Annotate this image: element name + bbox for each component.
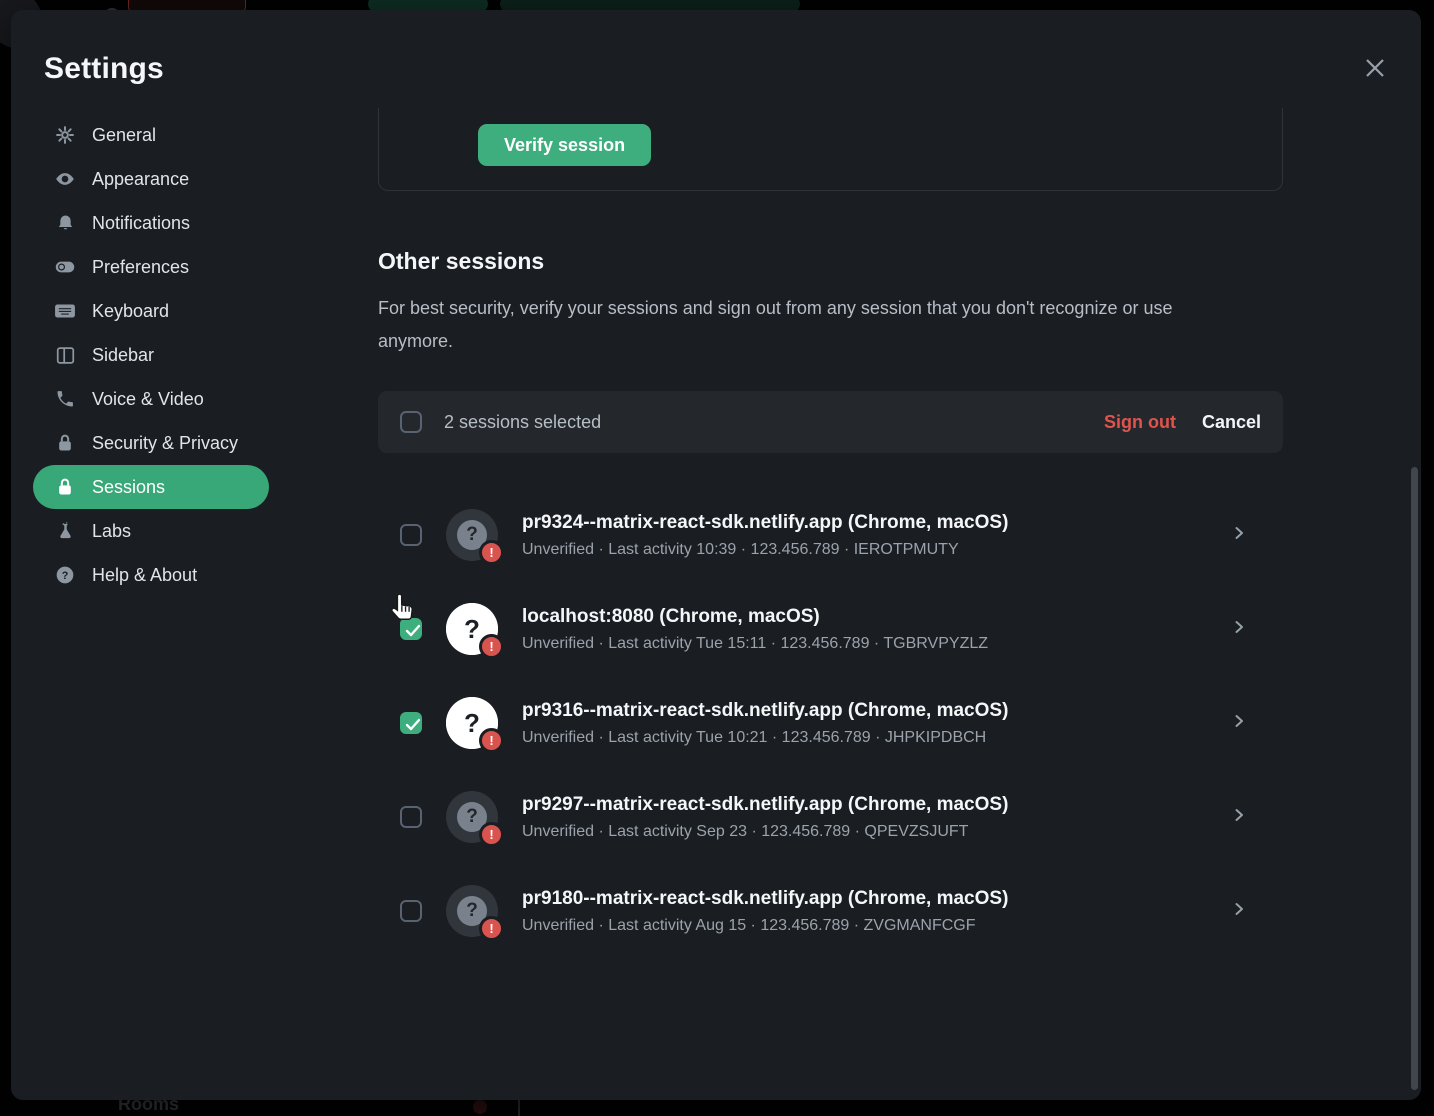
sidebar-item-label: General: [92, 125, 156, 146]
session-subtitle: Unverified · Last activity Tue 10:21 · 1…: [522, 729, 1008, 747]
sidebar-item-general[interactable]: General: [33, 113, 269, 157]
session-checkbox[interactable]: [400, 524, 422, 546]
cancel-button[interactable]: Cancel: [1202, 412, 1261, 433]
unverified-shield-badge: !: [479, 916, 504, 941]
sidebar-item-label: Appearance: [92, 169, 189, 190]
session-checkbox[interactable]: [400, 806, 422, 828]
unverified-shield-badge: !: [479, 540, 504, 565]
sidebar-item-keyboard[interactable]: Keyboard: [33, 289, 269, 333]
session-checkbox[interactable]: [400, 900, 422, 922]
background-red-dot: [473, 1100, 487, 1114]
keyboard-icon: [55, 301, 75, 321]
session-title: localhost:8080 (Chrome, macOS): [522, 606, 988, 628]
gear-icon: [55, 125, 75, 145]
phone-icon: [55, 389, 75, 409]
other-sessions-heading: Other sessions: [378, 248, 544, 275]
session-row[interactable]: ?! pr9297--matrix-react-sdk.netlify.app (…: [378, 770, 1283, 864]
chevron-right-icon[interactable]: [1231, 901, 1247, 922]
sign-out-button[interactable]: Sign out: [1104, 412, 1176, 433]
session-subtitle: Unverified · Last activity Sep 23 · 123.…: [522, 823, 1008, 841]
svg-text:?: ?: [62, 570, 69, 582]
session-title: pr9297--matrix-react-sdk.netlify.app (Ch…: [522, 794, 1008, 816]
session-subtitle: Unverified · Last activity 10:39 · 123.4…: [522, 541, 1008, 559]
sidebar-item-sidebar[interactable]: Sidebar: [33, 333, 269, 377]
close-icon[interactable]: [1361, 54, 1389, 82]
sidebar-icon: [55, 345, 75, 365]
sidebar-item-label: Preferences: [92, 257, 189, 278]
settings-sidebar: General Appearance Notifications Preference…: [33, 113, 269, 597]
sidebar-item-label: Notifications: [92, 213, 190, 234]
sidebar-item-sessions[interactable]: Sessions: [33, 465, 269, 509]
unverified-shield-badge: !: [479, 822, 504, 847]
session-row[interactable]: ?! localhost:8080 (Chrome, macOS) Unverifi…: [378, 582, 1283, 676]
session-avatar: ?!: [446, 697, 498, 749]
select-all-checkbox[interactable]: [400, 411, 422, 433]
other-sessions-description: For best security, verify your sessions …: [378, 292, 1208, 358]
session-checkbox[interactable]: [400, 712, 422, 734]
session-row[interactable]: ?! pr9316--matrix-react-sdk.netlify.app (…: [378, 676, 1283, 770]
session-title: pr9180--matrix-react-sdk.netlify.app (Ch…: [522, 888, 1008, 910]
session-avatar: ?!: [446, 885, 498, 937]
chevron-right-icon[interactable]: [1231, 807, 1247, 828]
unverified-shield-badge: !: [479, 634, 504, 659]
selection-bar: 2 sessions selected Sign out Cancel: [378, 391, 1283, 453]
session-row[interactable]: ?! pr9324--matrix-react-sdk.netlify.app (…: [378, 488, 1283, 582]
sidebar-item-security-privacy[interactable]: Security & Privacy: [33, 421, 269, 465]
sidebar-item-label: Sessions: [92, 477, 165, 498]
unverified-shield-badge: !: [479, 728, 504, 753]
session-title: pr9316--matrix-react-sdk.netlify.app (Ch…: [522, 700, 1008, 722]
session-subtitle: Unverified · Last activity Tue 15:11 · 1…: [522, 635, 988, 653]
chevron-right-icon[interactable]: [1231, 619, 1247, 640]
sidebar-item-labs[interactable]: Labs: [33, 509, 269, 553]
scrollbar-thumb[interactable]: [1411, 467, 1418, 1090]
chevron-right-icon[interactable]: [1231, 713, 1247, 734]
sidebar-item-notifications[interactable]: Notifications: [33, 201, 269, 245]
settings-dialog: Settings General Appearance Notifications P…: [11, 10, 1421, 1100]
sidebar-item-label: Sidebar: [92, 345, 154, 366]
sidebar-item-label: Labs: [92, 521, 131, 542]
flask-icon: [55, 521, 75, 541]
verify-session-card: Verify session: [378, 108, 1283, 191]
bell-icon: [55, 213, 75, 233]
toggle-icon: [55, 257, 75, 277]
sidebar-item-label: Security & Privacy: [92, 433, 238, 454]
sidebar-item-label: Voice & Video: [92, 389, 204, 410]
sidebar-item-label: Help & About: [92, 565, 197, 586]
help-icon: ?: [55, 565, 75, 585]
selection-count-label: 2 sessions selected: [444, 412, 601, 433]
page-title: Settings: [44, 52, 164, 86]
sidebar-item-appearance[interactable]: Appearance: [33, 157, 269, 201]
sidebar-item-help-about[interactable]: ? Help & About: [33, 553, 269, 597]
eye-icon: [55, 169, 75, 189]
session-avatar: ?!: [446, 509, 498, 561]
session-subtitle: Unverified · Last activity Aug 15 · 123.…: [522, 917, 1008, 935]
sidebar-item-preferences[interactable]: Preferences: [33, 245, 269, 289]
background-divider: [518, 1100, 520, 1116]
session-row[interactable]: ?! pr9180--matrix-react-sdk.netlify.app (…: [378, 864, 1283, 958]
session-avatar: ?!: [446, 603, 498, 655]
session-avatar: ?!: [446, 791, 498, 843]
session-title: pr9324--matrix-react-sdk.netlify.app (Ch…: [522, 512, 1008, 534]
session-checkbox[interactable]: [400, 618, 422, 640]
lock-icon: [55, 477, 75, 497]
lock-icon: [55, 433, 75, 453]
sidebar-item-label: Keyboard: [92, 301, 169, 322]
chevron-right-icon[interactable]: [1231, 525, 1247, 546]
sessions-content: Verify session Other sessions For best s…: [378, 10, 1283, 1100]
sidebar-item-voice-video[interactable]: Voice & Video: [33, 377, 269, 421]
verify-session-button[interactable]: Verify session: [478, 124, 651, 166]
session-list: ?! pr9324--matrix-react-sdk.netlify.app (…: [378, 488, 1283, 958]
